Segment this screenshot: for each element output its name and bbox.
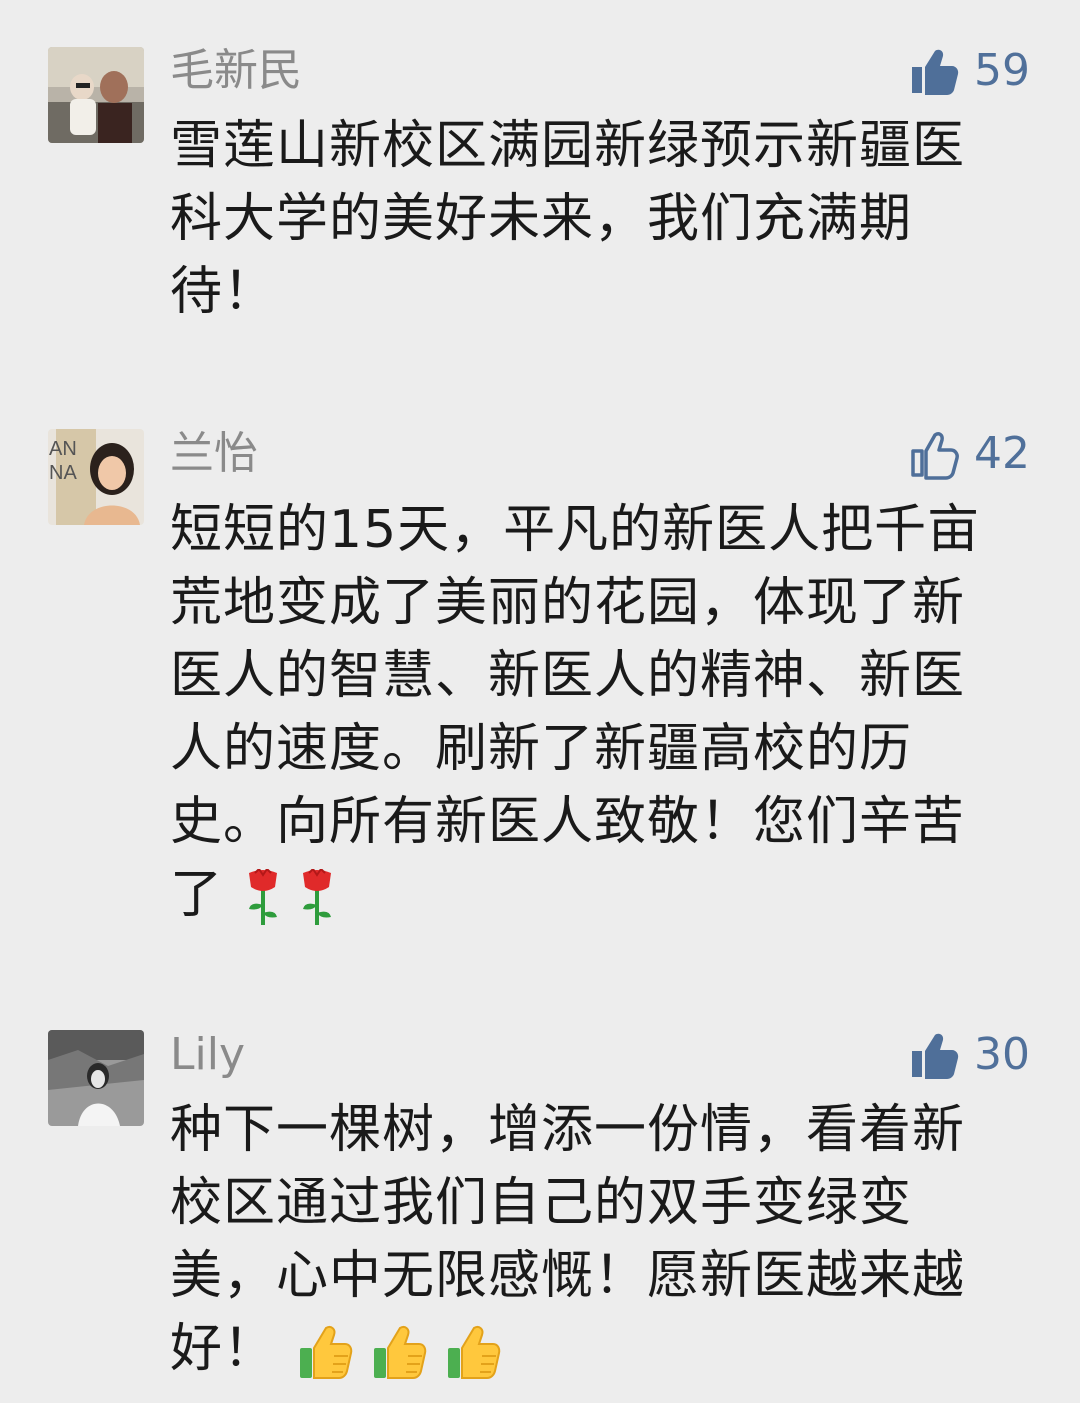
avatar[interactable] bbox=[48, 1030, 144, 1126]
emoji-group bbox=[296, 1322, 518, 1382]
thumbs-up-emoji-icon bbox=[374, 1325, 427, 1379]
thumbs-up-emoji-icon bbox=[448, 1325, 501, 1379]
thumbs-up-emoji-icon bbox=[300, 1325, 353, 1379]
like-button[interactable]: 42 bbox=[908, 428, 1030, 480]
thumbs-up-filled-icon bbox=[912, 49, 959, 95]
comment-text: 雪莲山新校区满园新绿预示新疆医科大学的美好未来，我们充满期待！ bbox=[170, 110, 1000, 329]
rose-emoji-icon bbox=[249, 869, 278, 925]
thumbs-up-filled-icon bbox=[912, 1033, 959, 1079]
comment-text: 种下一棵树，增添一份情，看着新校区通过我们自己的双手变绿变美，心中无限感慨！愿新… bbox=[170, 1094, 1000, 1386]
avatar[interactable] bbox=[48, 47, 144, 143]
commenter-name[interactable]: Lily bbox=[170, 1029, 245, 1081]
like-button[interactable]: 30 bbox=[908, 1029, 1030, 1081]
like-count: 42 bbox=[974, 428, 1030, 479]
girl-bw-photo-avatar-icon bbox=[48, 1030, 144, 1126]
person-with-baby-avatar-icon bbox=[48, 47, 144, 143]
like-count: 59 bbox=[974, 45, 1030, 96]
emoji-group bbox=[243, 869, 351, 927]
like-count: 30 bbox=[974, 1029, 1030, 1080]
thumbs-up-outline-icon bbox=[911, 432, 959, 480]
commenter-name[interactable]: 毛新民 bbox=[170, 45, 302, 97]
svg-text:NA: NA bbox=[49, 462, 77, 484]
comment-body: 雪莲山新校区满园新绿预示新疆医科大学的美好未来，我们充满期待！ bbox=[170, 116, 966, 322]
svg-text:AN: AN bbox=[49, 438, 77, 460]
avatar[interactable]: AN NA bbox=[48, 429, 144, 525]
comment-text: 短短的15天，平凡的新医人把千亩荒地变成了美丽的花园，体现了新医人的智慧、新医人… bbox=[170, 494, 1000, 932]
comment-body: 种下一棵树，增添一份情，看着新校区通过我们自己的双手变绿变美，心中无限感慨！愿新… bbox=[170, 1100, 966, 1379]
woman-portrait-avatar-icon: AN NA bbox=[48, 429, 144, 525]
rose-emoji-icon bbox=[303, 869, 332, 925]
comment-body: 短短的15天，平凡的新医人把千亩荒地变成了美丽的花园，体现了新医人的智慧、新医人… bbox=[170, 500, 981, 925]
commenter-name[interactable]: 兰怡 bbox=[170, 428, 258, 480]
like-button[interactable]: 59 bbox=[908, 45, 1030, 97]
